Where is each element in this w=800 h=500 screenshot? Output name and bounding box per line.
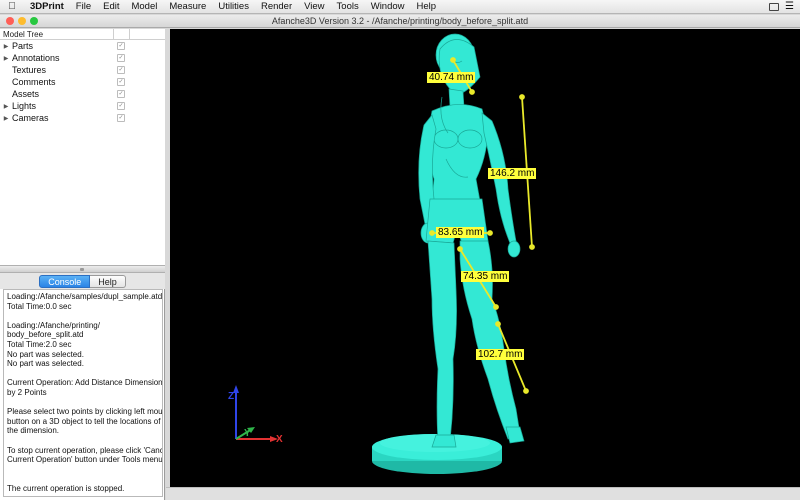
menu-help[interactable]: Help (411, 0, 443, 14)
model-tree-header: Model Tree (0, 29, 165, 40)
console-line: To stop current operation, please click … (7, 445, 163, 455)
menu-file[interactable]: File (70, 0, 97, 14)
disclosure-triangle-icon[interactable]: ▶ (0, 43, 12, 50)
left-panel: Model Tree ▶ Parts ✓ ▶ Annotations ✓ Textures ✓… (0, 29, 165, 500)
console-line: Loading:/Afanche/printing/ (7, 320, 100, 330)
figure-model[interactable] (418, 33, 525, 448)
status-bar (166, 487, 800, 500)
tree-item-comments[interactable]: Comments ✓ (0, 76, 165, 88)
menu-tools[interactable]: Tools (331, 0, 365, 14)
console-line: No part was selected. (7, 349, 84, 359)
tree-item-cameras[interactable]: ▶ Cameras ✓ (0, 112, 165, 124)
list-icon[interactable]: ☰ (785, 1, 794, 12)
console-line: Total Time:2.0 sec (7, 339, 72, 349)
menu-view[interactable]: View (298, 0, 330, 14)
panel-splitter[interactable] (0, 265, 165, 273)
measurement-label[interactable]: 146.2 mm (488, 168, 537, 179)
tree-item-label: Textures (12, 65, 47, 75)
menu-edit[interactable]: Edit (97, 0, 125, 14)
z-axis-label: Z (228, 391, 234, 402)
disclosure-triangle-icon[interactable]: ▶ (0, 55, 12, 62)
menu-window[interactable]: Window (365, 0, 411, 14)
measurement-label[interactable]: 102.7 mm (476, 349, 525, 360)
menu-model[interactable]: Model (125, 0, 163, 14)
console-output: Loading:/Afanche/samples/dupl_sample.atd… (3, 289, 163, 497)
tree-item-label: Lights (12, 101, 37, 111)
tree-item-annotations[interactable]: ▶ Annotations ✓ (0, 52, 165, 64)
3d-viewport[interactable]: Z Y X 40.74 mm 146.2 mm 83.65 mm 74.35 m… (170, 29, 800, 487)
disclosure-triangle-icon[interactable]: ▶ (0, 103, 12, 110)
visibility-checkbox[interactable]: ✓ (117, 54, 125, 62)
model-tree-rows: ▶ Parts ✓ ▶ Annotations ✓ Textures ✓ Comments ✓ As… (0, 40, 165, 124)
console-line: Total Time:0.0 sec (7, 301, 72, 311)
visibility-checkbox[interactable]: ✓ (117, 78, 125, 86)
tree-item-parts[interactable]: ▶ Parts ✓ (0, 40, 165, 52)
close-window-button[interactable] (6, 17, 14, 25)
tree-item-label: Annotations (12, 53, 60, 63)
console-line: Please select two points by clicking lef… (7, 407, 163, 417)
tab-help[interactable]: Help (90, 274, 126, 288)
tab-console[interactable]: Console (39, 274, 91, 288)
visibility-checkbox[interactable]: ✓ (117, 114, 125, 122)
window-title: Afanche3D Version 3.2 - /Afanche/printin… (271, 16, 529, 26)
menu-render[interactable]: Render (255, 0, 298, 14)
tree-item-label: Comments (12, 77, 56, 87)
tree-item-label: Parts (12, 41, 34, 51)
visibility-checkbox[interactable]: ✓ (117, 90, 125, 98)
airplay-icon[interactable] (769, 2, 780, 11)
menu-bar:  3DPrint File Edit Model Measure Utilit… (0, 0, 800, 14)
window-titlebar: Afanche3D Version 3.2 - /Afanche/printin… (0, 15, 800, 28)
panel-tabs: Console Help (0, 273, 165, 289)
measurement-label[interactable]: 83.65 mm (436, 227, 485, 238)
model-tree-title: Model Tree (0, 29, 114, 39)
x-axis-label: X (276, 434, 283, 445)
splitter-grip[interactable] (80, 268, 84, 271)
console-line: Loading:/Afanche/samples/dupl_sample.atd (7, 292, 163, 301)
console-line: button on a 3D object to tell the locati… (7, 416, 161, 426)
console-line: Current Operation' button under Tools me… (7, 455, 163, 465)
axis-triad: Z Y X (228, 385, 283, 445)
console-line: by 2 Points (7, 387, 47, 397)
menu-app[interactable]: 3DPrint (24, 0, 70, 14)
visibility-column-header (114, 29, 130, 39)
console-line: No part was selected. (7, 359, 84, 369)
tree-item-label: Assets (12, 89, 40, 99)
console-line: body_before_split.atd (7, 330, 84, 340)
3d-scene[interactable]: Z Y X (170, 29, 800, 487)
apple-icon[interactable]:  (0, 1, 24, 12)
tree-item-textures[interactable]: Textures ✓ (0, 64, 165, 76)
tree-item-label: Cameras (12, 113, 49, 123)
zoom-window-button[interactable] (30, 17, 38, 25)
menu-utilities[interactable]: Utilities (212, 0, 255, 14)
disclosure-triangle-icon[interactable]: ▶ (0, 115, 12, 122)
console-line: Current Operation: Add Distance Dimensio… (7, 378, 163, 388)
tree-item-lights[interactable]: ▶ Lights ✓ (0, 100, 165, 112)
model-tree: Model Tree ▶ Parts ✓ ▶ Annotations ✓ Textures ✓… (0, 29, 165, 265)
console-line: The current operation is stopped. (7, 483, 125, 493)
tree-item-assets[interactable]: Assets ✓ (0, 88, 165, 100)
measurement-label[interactable]: 40.74 mm (427, 72, 476, 83)
visibility-checkbox[interactable]: ✓ (117, 42, 125, 50)
minimize-window-button[interactable] (18, 17, 26, 25)
visibility-checkbox[interactable]: ✓ (117, 66, 125, 74)
status-icons: ☰ (769, 1, 800, 12)
console-line: the dimension. (7, 426, 60, 436)
window-controls (6, 17, 38, 25)
menu-measure[interactable]: Measure (163, 0, 212, 14)
y-axis-label: Y (244, 428, 251, 439)
measurement-label[interactable]: 74.35 mm (461, 271, 510, 282)
visibility-checkbox[interactable]: ✓ (117, 102, 125, 110)
